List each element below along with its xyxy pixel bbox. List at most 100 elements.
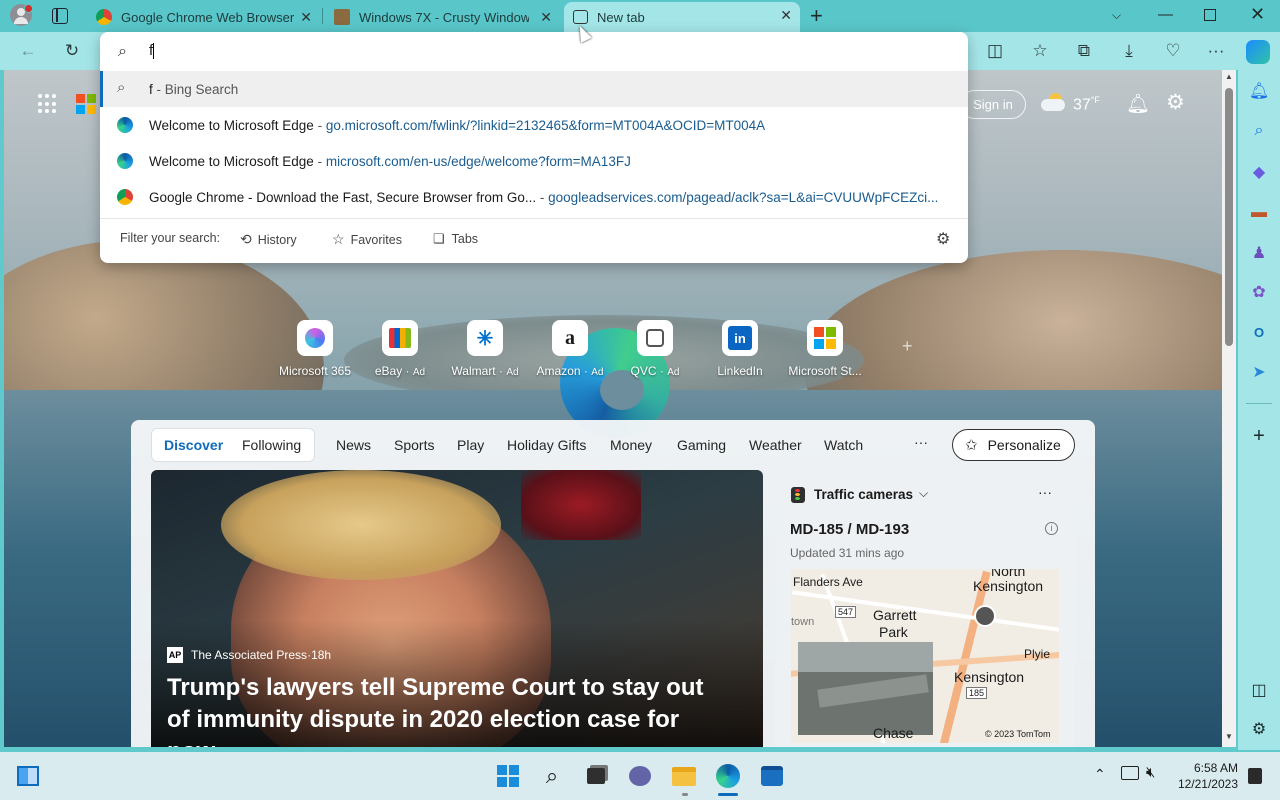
- start-icon[interactable]: [496, 764, 520, 788]
- traffic-updated: Updated 31 mins ago: [790, 546, 905, 560]
- clock-time[interactable]: 6:58 AM: [1178, 761, 1238, 775]
- notifications-bell-icon[interactable]: 🔔︎: [1126, 92, 1150, 116]
- filter-tabs[interactable]: ❏ Tabs: [433, 231, 478, 247]
- tab-search-icon[interactable]: ⌵: [1112, 8, 1121, 23]
- volume-muted-icon[interactable]: 🔇︎: [1146, 764, 1155, 781]
- page-settings-gear-icon[interactable]: ⚙: [1166, 90, 1185, 115]
- sidebar-drop-icon[interactable]: ➤: [1248, 361, 1270, 383]
- sidebar-add-icon[interactable]: +: [1248, 425, 1270, 447]
- network-icon[interactable]: [1121, 766, 1139, 780]
- nav-holiday-gifts[interactable]: Holiday Gifts: [507, 437, 586, 453]
- suggestion-google-chrome-download[interactable]: Google Chrome - Download the Fast, Secur…: [100, 179, 968, 215]
- sidebar-games-icon[interactable]: ♟: [1248, 242, 1270, 264]
- browser-essentials-icon[interactable]: ♡: [1162, 40, 1184, 62]
- sidebar-notifications-icon[interactable]: 🔔︎: [1248, 80, 1270, 102]
- tab-actions-icon[interactable]: [52, 8, 68, 24]
- nav-news[interactable]: News: [336, 437, 371, 453]
- nav-gaming[interactable]: Gaming: [677, 437, 726, 453]
- nav-sports[interactable]: Sports: [394, 437, 434, 453]
- tab-title: Google Chrome Web Browser: [121, 9, 295, 25]
- quick-link-ebay[interactable]: eBay · Ad: [358, 320, 442, 378]
- sidebar-tools-icon[interactable]: ▬: [1248, 202, 1270, 224]
- edge-icon: [117, 117, 133, 133]
- close-window-icon[interactable]: ✕: [1250, 4, 1265, 25]
- tab-discover[interactable]: Discover: [164, 437, 223, 453]
- camera-marker-icon[interactable]: [974, 605, 996, 627]
- app-launcher-icon[interactable]: [38, 94, 58, 114]
- back-icon[interactable]: ←: [17, 40, 39, 62]
- nav-money[interactable]: Money: [610, 437, 652, 453]
- temperature[interactable]: 37°F: [1073, 95, 1100, 114]
- show-desktop-widgets-icon[interactable]: [16, 764, 40, 788]
- quick-link-qvc[interactable]: QVC · Ad: [613, 320, 697, 378]
- tab-new-tab[interactable]: New tab ✕: [564, 2, 800, 32]
- filter-favorites[interactable]: ☆ Favorites: [332, 231, 402, 248]
- file-explorer-icon[interactable]: [672, 764, 696, 788]
- copilot-icon[interactable]: [1246, 40, 1270, 64]
- quick-link-walmart[interactable]: ✳ Walmart · Ad: [443, 320, 527, 378]
- hero-headline[interactable]: Trump's lawyers tell Supreme Court to st…: [167, 672, 727, 747]
- nav-watch[interactable]: Watch: [824, 437, 863, 453]
- add-shortcut-icon[interactable]: +: [902, 336, 913, 357]
- show-hidden-icons-chevron-icon[interactable]: ⌃: [1094, 766, 1106, 783]
- edge-taskbar-icon[interactable]: [716, 764, 740, 788]
- traffic-map[interactable]: Flanders Ave North Kensington Garrett Pa…: [791, 569, 1059, 743]
- search-settings-gear-icon[interactable]: ⚙: [936, 229, 950, 249]
- teams-chat-icon[interactable]: [628, 764, 652, 788]
- minimize-icon[interactable]: —: [1158, 6, 1173, 23]
- scroll-up-icon[interactable]: ▲: [1225, 72, 1233, 81]
- close-tab-icon[interactable]: ✕: [540, 9, 552, 26]
- taskbar-search-icon[interactable]: ⌕: [540, 763, 564, 788]
- quick-link-linkedin[interactable]: in LinkedIn: [698, 320, 782, 378]
- refresh-icon[interactable]: ↻: [61, 40, 83, 62]
- tab-google-chrome[interactable]: Google Chrome Web Browser ✕: [88, 4, 320, 30]
- map-label: Plyie: [1024, 647, 1051, 661]
- clock-date[interactable]: 12/21/2023: [1176, 777, 1238, 791]
- close-tab-icon[interactable]: ✕: [780, 7, 792, 24]
- hero-news-card[interactable]: AP The Associated Press · 18h Trump's la…: [151, 470, 763, 747]
- page-scrollbar[interactable]: ▲ ▼: [1222, 70, 1236, 747]
- sidebar-microsoft365-icon[interactable]: ✿: [1248, 281, 1270, 303]
- nav-weather[interactable]: Weather: [749, 437, 802, 453]
- address-input[interactable]: f: [149, 42, 155, 60]
- quick-link-name: Walmart: [451, 364, 496, 378]
- close-tab-icon[interactable]: ✕: [300, 9, 312, 26]
- settings-more-icon[interactable]: ···: [1205, 40, 1227, 62]
- sidebar-settings-gear-icon[interactable]: ⚙: [1248, 718, 1270, 740]
- microsoft-store-taskbar-icon[interactable]: [760, 764, 784, 788]
- sidebar-search-icon[interactable]: ⌕: [1248, 120, 1270, 142]
- new-tab-button[interactable]: +: [810, 3, 823, 29]
- sidebar-outlook-icon[interactable]: O: [1248, 321, 1270, 343]
- downloads-icon[interactable]: ⤓: [1118, 40, 1140, 62]
- chevron-down-icon[interactable]: ⌵: [919, 486, 928, 501]
- filter-history[interactable]: ⟲ History: [240, 231, 297, 248]
- nav-play[interactable]: Play: [457, 437, 484, 453]
- favorites-icon[interactable]: ☆: [1029, 40, 1051, 62]
- more-nav-icon[interactable]: ···: [914, 434, 928, 450]
- task-view-icon[interactable]: [584, 764, 608, 788]
- sign-in-button[interactable]: Sign in: [960, 90, 1026, 119]
- notification-center-icon[interactable]: [1248, 768, 1262, 784]
- sidebar-hide-icon[interactable]: ◫: [1248, 679, 1270, 701]
- restore-icon[interactable]: [1204, 9, 1216, 21]
- quick-link-name: QVC: [630, 364, 657, 378]
- traffic-title[interactable]: Traffic cameras: [814, 487, 913, 502]
- card-more-icon[interactable]: ···: [1038, 484, 1052, 500]
- quick-link-microsoft-365[interactable]: Microsoft 365: [273, 320, 357, 378]
- split-screen-icon[interactable]: ◫: [984, 40, 1006, 62]
- quick-link-amazon[interactable]: a Amazon · Ad: [528, 320, 612, 378]
- scrollbar-thumb[interactable]: [1225, 88, 1233, 346]
- profile-avatar[interactable]: [10, 4, 36, 28]
- collections-icon[interactable]: ⧉: [1073, 40, 1095, 62]
- quick-link-microsoft-store[interactable]: Microsoft St...: [783, 320, 867, 378]
- suggestion-edge-welcome-2[interactable]: Welcome to Microsoft Edge - microsoft.co…: [100, 143, 968, 179]
- tab-crusty-windows[interactable]: Windows 7X - Crusty Windows V ✕: [326, 4, 560, 30]
- suggestion-bing-search[interactable]: ⌕ f - Bing Search: [100, 71, 968, 107]
- sidebar-shopping-icon[interactable]: ◆: [1248, 161, 1270, 183]
- info-icon[interactable]: i: [1045, 522, 1058, 535]
- tab-following[interactable]: Following: [242, 437, 301, 453]
- weather-cloudy-icon[interactable]: [1041, 93, 1067, 111]
- personalize-button[interactable]: ✩ Personalize: [952, 429, 1075, 461]
- scroll-down-icon[interactable]: ▼: [1225, 732, 1233, 741]
- suggestion-edge-welcome-1[interactable]: Welcome to Microsoft Edge - go.microsoft…: [100, 107, 968, 143]
